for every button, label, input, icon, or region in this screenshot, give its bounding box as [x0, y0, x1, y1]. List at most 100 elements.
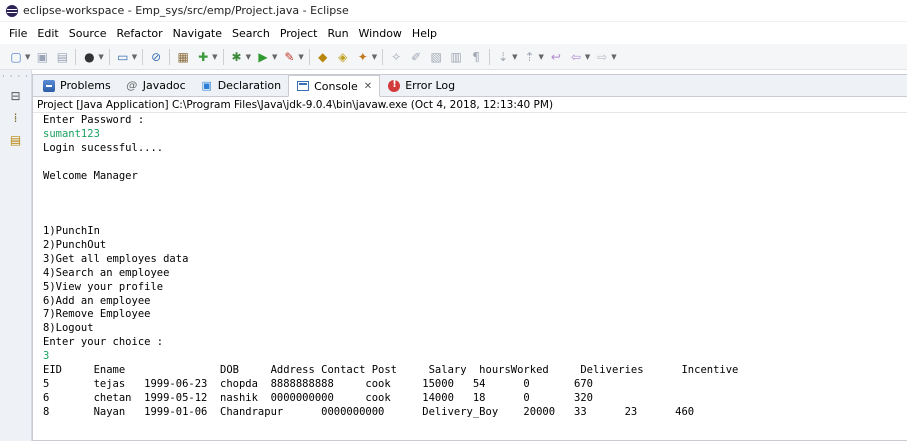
console-dropdown-icon[interactable]: ▼: [132, 53, 137, 61]
console-output-line: 8 Nayan 1999-01-06 Chandrapur 0000000000…: [43, 405, 695, 418]
menu-edit[interactable]: Edit: [32, 27, 63, 40]
console-view: Problems @ Javadoc ▣ Declaration Console…: [32, 74, 907, 441]
show-whitespace-icon[interactable]: ▧: [427, 48, 445, 66]
console-output-line: Login sucessful....: [43, 141, 164, 154]
console-output-line: 6 chetan 1999-05-12 nashik 0000000000 co…: [43, 391, 593, 404]
menu-file[interactable]: File: [4, 27, 32, 40]
tab-label: Console: [314, 79, 358, 93]
eclipse-logo-icon: [6, 4, 18, 17]
tab-label: Declaration: [217, 79, 282, 92]
tab-javadoc[interactable]: @ Javadoc: [118, 75, 193, 96]
left-trim-stack: · · · · ⊟ ⁞ ▤: [0, 70, 32, 441]
edit-icon[interactable]: ✐: [407, 48, 425, 66]
tab-label: Problems: [60, 79, 111, 92]
new-package-icon[interactable]: ◆: [314, 48, 332, 66]
block-selection-icon[interactable]: ▥: [447, 48, 465, 66]
console-output-line: 5 tejas 1999-06-23 chopda 8888888888 coo…: [43, 377, 593, 390]
tab-declaration[interactable]: ▣ Declaration: [193, 75, 288, 96]
toolbar-separator: [75, 48, 77, 65]
new-project-dropdown-icon[interactable]: ▼: [212, 53, 217, 61]
menu-search[interactable]: Search: [227, 27, 275, 40]
menu-bar: File Edit Source Refactor Navigate Searc…: [0, 22, 907, 44]
debug-bug-icon[interactable]: ✱: [228, 48, 246, 66]
run-icon[interactable]: ▶: [254, 48, 272, 66]
menu-window[interactable]: Window: [354, 27, 407, 40]
console-process-label: Project [Java Application] C:\Program Fi…: [33, 97, 907, 113]
debug-dropdown-icon[interactable]: ▼: [98, 53, 103, 61]
javadoc-icon: @: [126, 79, 138, 92]
console-output-line: 2)PunchOut: [43, 239, 107, 252]
toolbar-separator: [382, 48, 384, 65]
run-dropdown-icon[interactable]: ▼: [272, 53, 277, 61]
new-icon[interactable]: ▢: [7, 48, 25, 66]
new-java-project-icon[interactable]: ✚: [194, 48, 212, 66]
back-icon[interactable]: ⇦: [567, 48, 585, 66]
trim-handle[interactable]: · · · ·: [0, 72, 31, 82]
menu-source[interactable]: Source: [64, 27, 112, 40]
save-icon[interactable]: ▣: [33, 48, 51, 66]
console-input-line: 3: [43, 350, 50, 363]
console-output-line: 3)Get all employes data: [43, 252, 189, 265]
open-type-icon[interactable]: ◈: [334, 48, 352, 66]
main-toolbar: ▢ ▼ ▣ ▤ ● ▼ ▭ ▼ ⊘ ▦ ✚ ▼ ✱ ▼ ▶ ▼ ✎ ▼ ◆ ◈ ✦ ▼ ✧ ✐ …: [0, 44, 907, 70]
tab-console[interactable]: Console ✕: [288, 75, 381, 97]
previous-annotation-icon[interactable]: ⇡: [521, 48, 539, 66]
tab-label: Javadoc: [142, 79, 186, 92]
menu-help[interactable]: Help: [407, 27, 442, 40]
problems-icon: [42, 79, 56, 93]
menu-project[interactable]: Project: [275, 27, 323, 40]
toolbar-separator: [222, 48, 224, 65]
next-annotation-icon[interactable]: ⇣: [494, 48, 512, 66]
build-icon[interactable]: ▦: [174, 48, 192, 66]
toolbar-separator: [308, 48, 310, 65]
declaration-icon: ▣: [201, 79, 212, 92]
last-edit-location-icon[interactable]: ↩: [547, 48, 565, 66]
console-output-line: 5)View your profile: [43, 280, 164, 293]
view-tab-bar: Problems @ Javadoc ▣ Declaration Console…: [33, 75, 907, 97]
open-console-icon[interactable]: ▭: [114, 48, 132, 66]
next-annotation-dropdown-icon[interactable]: ▼: [512, 53, 517, 61]
console-output-line: 1)PunchIn: [43, 225, 100, 238]
debug-perspective-icon[interactable]: ●: [80, 48, 98, 66]
skip-breakpoints-icon[interactable]: ⊘: [147, 48, 165, 66]
console-output-line: 6)Add an employee: [43, 294, 151, 307]
console-icon: [296, 79, 310, 93]
console-output-line: 4)Search an employee: [43, 266, 170, 279]
external-tools-dropdown-icon[interactable]: ▼: [298, 53, 303, 61]
previous-annotation-dropdown-icon[interactable]: ▼: [539, 53, 544, 61]
menu-navigate[interactable]: Navigate: [168, 27, 227, 40]
tab-error-log[interactable]: Error Log: [380, 75, 462, 96]
new-dropdown-icon[interactable]: ▼: [25, 53, 30, 61]
forward-dropdown-icon[interactable]: ▼: [611, 53, 616, 61]
search-icon[interactable]: ✦: [354, 48, 372, 66]
error-log-icon: [387, 79, 401, 93]
back-dropdown-icon[interactable]: ▼: [585, 53, 590, 61]
forward-icon[interactable]: ⇨: [593, 48, 611, 66]
save-all-icon[interactable]: ▤: [53, 48, 71, 66]
package-explorer-icon[interactable]: ⁞: [8, 110, 24, 126]
tab-problems[interactable]: Problems: [35, 75, 118, 96]
console-input-line: sumant123: [43, 127, 100, 140]
outline-icon[interactable]: ▤: [8, 132, 24, 148]
restore-icon[interactable]: ⊟: [8, 88, 24, 104]
toolbar-separator: [108, 48, 110, 65]
toolbar-separator: [169, 48, 171, 65]
console-output[interactable]: Enter Password : sumant123 Login sucessful…: [33, 113, 907, 420]
show-whitespace-chars-icon[interactable]: ¶: [467, 48, 485, 66]
external-tools-icon[interactable]: ✎: [280, 48, 298, 66]
close-icon[interactable]: ✕: [364, 81, 372, 92]
menu-run[interactable]: Run: [322, 27, 353, 40]
window-title: eclipse-workspace - Emp_sys/src/emp/Proj…: [23, 4, 349, 17]
console-output-line: 7)Remove Employee: [43, 308, 151, 321]
title-bar: eclipse-workspace - Emp_sys/src/emp/Proj…: [0, 0, 907, 22]
search-dropdown-icon[interactable]: ▼: [372, 53, 377, 61]
debug-run-dropdown-icon[interactable]: ▼: [246, 53, 251, 61]
console-output-line: Welcome Manager: [43, 169, 138, 182]
toggle-mark-occurrences-icon[interactable]: ✧: [387, 48, 405, 66]
menu-refactor[interactable]: Refactor: [112, 27, 168, 40]
console-output-line: Enter your choice :: [43, 336, 164, 349]
